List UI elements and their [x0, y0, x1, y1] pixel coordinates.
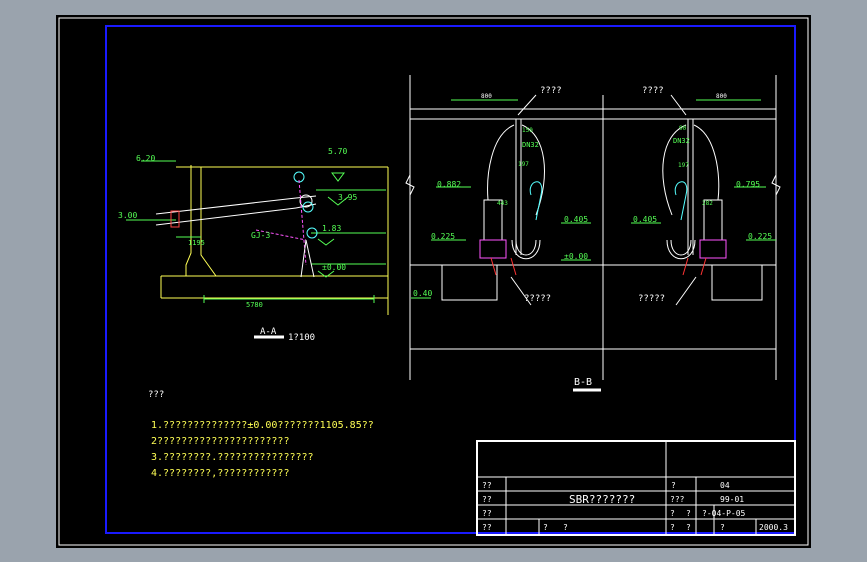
tb-r3-label1: ? — [670, 509, 675, 518]
dim-800-left: 800 — [481, 93, 492, 100]
section-bb-title: B-B — [574, 377, 592, 388]
tb-bottom-mid2: ? — [563, 523, 568, 532]
elev-0225-left: 0.225 — [431, 232, 455, 241]
elev-000: ±0.00 — [322, 263, 346, 272]
tb-r4-label2: ? — [686, 523, 691, 532]
dim-90: 90 — [679, 125, 687, 132]
section-bb — [405, 75, 781, 392]
elev-0405-right: 0.405 — [633, 215, 657, 224]
tb-r4-label3: ? — [720, 523, 725, 532]
section-aa-title: A-A — [260, 327, 277, 337]
outer-border — [58, 17, 809, 546]
tb-r4-value: 2000.3 — [759, 523, 788, 532]
elev-040: 0.40 — [413, 289, 432, 298]
tb-bottom-mid1: ? — [543, 523, 548, 532]
tb-r2-value: 99-01 — [720, 495, 744, 504]
label-top-left: ???? — [540, 86, 562, 96]
note-3: 3.????????.???????????????? — [151, 452, 314, 463]
elev-620: 6.20 — [136, 154, 155, 163]
note-1: 1.??????????????±0.00???????1105.85?? — [151, 420, 374, 431]
elev-000-bb: ±0.00 — [564, 252, 588, 261]
title-block — [476, 440, 796, 536]
tb-r4-label1: ? — [670, 523, 675, 532]
dim-150: 150 — [522, 127, 533, 134]
tb-r2c1: ?? — [482, 495, 492, 504]
elev-183: 1.83 — [322, 224, 341, 233]
section-aa-scale: 1?100 — [288, 333, 315, 343]
dim-282: 282 — [702, 200, 713, 207]
dim-800-right: 800 — [716, 93, 727, 100]
label-top-right: ???? — [642, 86, 664, 96]
tb-r3c1: ?? — [482, 509, 492, 518]
label-bottom-left: ????? — [524, 294, 551, 304]
tb-drawing-name: SBR??????? — [569, 493, 635, 506]
tb-r3-value: ?-04-P-05 — [702, 509, 746, 518]
elev-0405-left: 0.405 — [564, 215, 588, 224]
dim-197-right: 197 — [678, 162, 689, 169]
notes-heading: ??? — [148, 390, 164, 400]
tb-r1c1: ?? — [482, 481, 492, 490]
elev-0882: 0.882 — [437, 180, 461, 189]
drawing-frame: 6.20 5.70 3.00 3.95 1.83 ±0.00 GJ-3 1195… — [56, 15, 811, 548]
elev-0225-right: 0.225 — [748, 232, 772, 241]
gj-label: GJ-3 — [251, 231, 270, 240]
cad-drawing: 6.20 5.70 3.00 3.95 1.83 ±0.00 GJ-3 1195… — [58, 17, 809, 546]
tb-r2-label: ??? — [670, 495, 685, 504]
tb-r1-label: ? — [671, 481, 676, 490]
section-aa — [126, 160, 389, 339]
dim-197-left: 197 — [518, 161, 529, 168]
elev-570: 5.70 — [328, 147, 347, 156]
dn32-left: DN32 — [522, 141, 539, 149]
tb-r4c1: ?? — [482, 523, 492, 532]
note-4: 4.????????,???????????? — [151, 468, 289, 479]
tb-r1-value: 04 — [720, 481, 730, 490]
tb-r3-label2: ? — [686, 509, 691, 518]
note-2: 2?????????????????????? — [151, 436, 289, 447]
elev-300: 3.00 — [118, 211, 137, 220]
elev-0795: 0.795 — [736, 180, 760, 189]
elev-395: 3.95 — [338, 193, 357, 202]
dim-5780: 5780 — [246, 301, 263, 309]
label-bottom-right: ????? — [638, 294, 665, 304]
dn32-right: DN32 — [673, 137, 690, 145]
dim-1195: 1195 — [188, 239, 205, 247]
dim-443: 443 — [497, 200, 508, 207]
